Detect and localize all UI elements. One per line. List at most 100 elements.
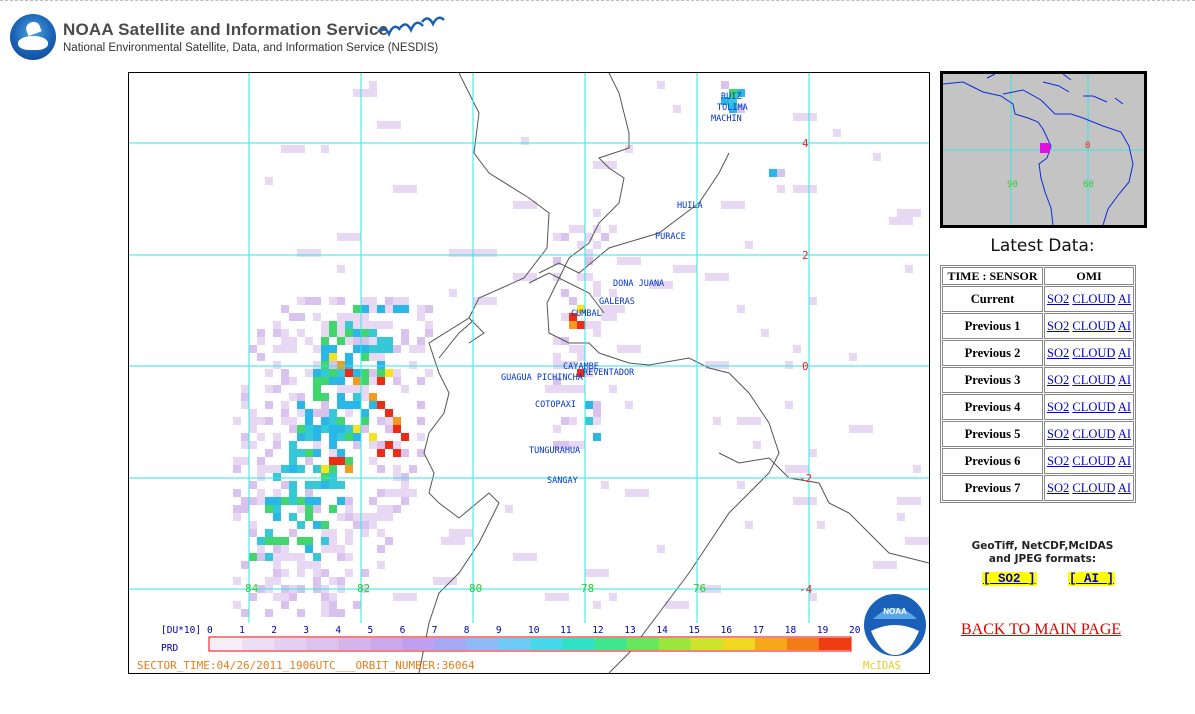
volcano-label: COTOPAXI xyxy=(535,400,576,410)
cloud-link[interactable]: CLOUD xyxy=(1072,454,1115,468)
scale-value-label: 7 xyxy=(432,625,438,636)
table-row: Previous 3 SO2 CLOUD AI xyxy=(942,367,1135,393)
so2-link[interactable]: SO2 xyxy=(1047,346,1069,360)
table-row: Previous 5 SO2 CLOUD AI xyxy=(942,421,1135,447)
lon-label: 80 xyxy=(469,582,482,595)
volcano-label: GUAGUA PICHINCHA xyxy=(501,373,583,383)
so2-link[interactable]: SO2 xyxy=(1047,481,1069,495)
row-time-label: Previous 3 xyxy=(942,367,1043,393)
scale-value-label: 6 xyxy=(400,625,406,636)
volcano-label: REVENTADOR xyxy=(583,368,635,378)
header-title: NOAA Satellite and Information Service xyxy=(63,20,389,39)
volcano-labels: RUIZTOLIMAMACHIN HUILA PURACE DONA JUANA GAL… xyxy=(501,92,748,486)
col-omi: OMI xyxy=(1044,267,1135,285)
back-to-main-link[interactable]: BACK TO MAIN PAGE xyxy=(961,621,1121,639)
lon-label: 78 xyxy=(581,582,594,595)
lat-lon-grid xyxy=(129,73,929,623)
volcano-label: MACHIN xyxy=(711,114,742,124)
cloud-link[interactable]: CLOUD xyxy=(1072,319,1115,333)
volcano-label: DONA JUANA xyxy=(613,279,664,289)
ai-link[interactable]: AI xyxy=(1118,292,1131,306)
ai-link[interactable]: AI xyxy=(1118,400,1131,414)
ai-link[interactable]: AI xyxy=(1118,481,1131,495)
ai-link[interactable]: AI xyxy=(1118,427,1131,441)
row-links: SO2 CLOUD AI xyxy=(1044,394,1135,420)
scale-value-label: 4 xyxy=(335,625,341,636)
scale-value-label: 17 xyxy=(753,625,764,636)
locator-marker xyxy=(1040,143,1050,153)
scale-value-label: 16 xyxy=(721,625,733,636)
table-row: Previous 7 SO2 CLOUD AI xyxy=(942,475,1135,501)
scale-value-label: 1 xyxy=(239,625,245,636)
cloud-link[interactable]: CLOUD xyxy=(1072,400,1115,414)
header-subtitle: National Environmental Satellite, Data, … xyxy=(63,42,439,54)
volcano-label: PURACE xyxy=(655,232,686,242)
download-ai-button[interactable]: [ AI ] xyxy=(1068,572,1116,586)
row-links: SO2 CLOUD AI xyxy=(1044,340,1135,366)
formats-line-2: and JPEG formats: xyxy=(988,553,1097,565)
lon-label: 84 xyxy=(245,582,259,595)
row-links: SO2 CLOUD AI xyxy=(1044,421,1135,447)
so2-link[interactable]: SO2 xyxy=(1047,427,1069,441)
scale-value-label: 3 xyxy=(303,625,309,636)
table-row: Previous 2 SO2 CLOUD AI xyxy=(942,340,1135,366)
volcano-label: TUNGURAHUA xyxy=(529,446,580,456)
scale-value-label: 19 xyxy=(817,625,829,636)
lon-label: 76 xyxy=(693,582,706,595)
table-row: Previous 1 SO2 CLOUD AI xyxy=(942,313,1135,339)
ai-link[interactable]: AI xyxy=(1118,373,1131,387)
locator-lon-60: 60 xyxy=(1083,180,1094,190)
so2-link[interactable]: SO2 xyxy=(1047,292,1069,306)
map-canvas: 420-2-4 84 82 80 78 76 RUIZTOLIMAMACHINHUILA… xyxy=(129,73,929,673)
scale-value-label: 12 xyxy=(592,625,603,636)
scale-value-label: 14 xyxy=(656,625,668,636)
scale-value-label: 9 xyxy=(496,625,502,636)
noaa-badge-icon: NOAA xyxy=(864,594,926,656)
mcidas-label: McIDAS xyxy=(863,660,901,672)
noaa-badge-text: NOAA xyxy=(883,607,907,616)
locator-map[interactable]: 90 60 0 xyxy=(940,71,1147,228)
latest-data-title: Latest Data: xyxy=(990,236,1095,256)
row-time-label: Previous 5 xyxy=(942,421,1043,447)
product-label: PRD xyxy=(161,643,178,654)
scale-value-label: 15 xyxy=(689,625,700,636)
cloud-link[interactable]: CLOUD xyxy=(1072,427,1115,441)
lon-label: 82 xyxy=(357,582,370,595)
so2-map: 4 2 0 -2 -4 84 82 80 78 76 RUIZ TOLIMA MACHIN HUILA… xyxy=(128,72,930,674)
scale-value-label: 11 xyxy=(560,625,572,636)
row-links: SO2 CLOUD AI xyxy=(1044,286,1135,312)
scale-value-label: 2 xyxy=(271,625,277,636)
ai-link[interactable]: AI xyxy=(1118,319,1131,333)
so2-link[interactable]: SO2 xyxy=(1047,400,1069,414)
row-time-label: Previous 1 xyxy=(942,313,1043,339)
cloud-link[interactable]: CLOUD xyxy=(1072,373,1115,387)
noaa-logo-icon[interactable] xyxy=(10,14,56,60)
volcano-label: CUMBAL xyxy=(571,309,602,319)
so2-link[interactable]: SO2 xyxy=(1047,319,1069,333)
cloud-link[interactable]: CLOUD xyxy=(1072,346,1115,360)
scale-value-label: 13 xyxy=(624,625,635,636)
volcano-label: RUIZ xyxy=(721,92,741,102)
volcano-label: TOLIMA xyxy=(717,103,748,113)
color-scale: [DU*10] 0 1 2 3 4 5 6 7 8 9 10 11 12 13 14 15 16 17 18 19 20… xyxy=(137,625,901,672)
volcano-label: HUILA xyxy=(677,201,703,211)
volcano-label: SANGAY xyxy=(547,476,578,486)
coastline-layer xyxy=(418,73,929,673)
ai-link[interactable]: AI xyxy=(1118,346,1131,360)
scale-value-label: 10 xyxy=(528,625,540,636)
scale-value-label: 5 xyxy=(368,625,374,636)
table-row: Previous 4 SO2 CLOUD AI xyxy=(942,394,1135,420)
so2-link[interactable]: SO2 xyxy=(1047,454,1069,468)
scale-value-label: 8 xyxy=(464,625,470,636)
birds-logo-icon xyxy=(377,16,445,37)
lat-label: -2 xyxy=(799,472,812,485)
sector-time-label: SECTOR_TIME:04/26/2011_1906UTC___ORBIT_N… xyxy=(137,659,475,672)
download-so2-button[interactable]: [ SO2 ] xyxy=(982,572,1037,586)
data-table: TIME : SENSOR OMI Current SO2 CLOUD AI Pre… xyxy=(940,265,1137,503)
top-divider xyxy=(0,0,1195,1)
so2-link[interactable]: SO2 xyxy=(1047,373,1069,387)
cloud-link[interactable]: CLOUD xyxy=(1072,481,1115,495)
ai-link[interactable]: AI xyxy=(1118,454,1131,468)
locator-lat-0: 0 xyxy=(1085,141,1090,151)
cloud-link[interactable]: CLOUD xyxy=(1072,292,1115,306)
